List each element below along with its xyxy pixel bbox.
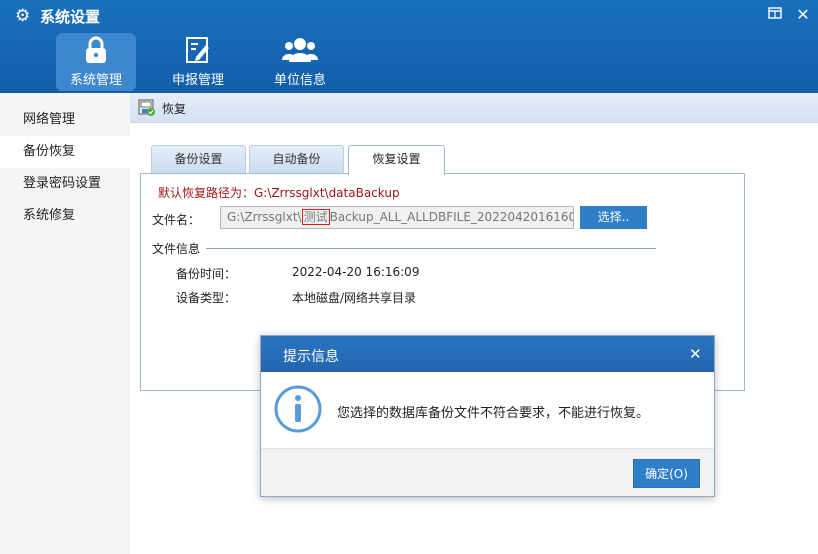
breadcrumb: 恢复 [130,93,818,123]
default-restore-path: 默认恢复路径为：G:\Zrrssglxt\dataBackup [158,186,400,200]
window-title: 系统设置 [40,8,101,26]
nav-report-label: 申报管理 [171,73,224,88]
file-path-suffix: Backup_ALL_ALLDBFILE_20220420161609.d [329,210,574,224]
dialog-message: 您选择的数据库备份文件不符合要求，不能进行恢复。 [337,406,650,421]
close-icon[interactable]: ✕ [689,345,702,363]
breadcrumb-label: 恢复 [162,102,187,116]
info-icon [273,384,323,434]
tab-auto-backup[interactable]: 自动备份 [249,145,344,174]
dialog-header: 提示信息 ✕ [261,336,714,372]
nav-system-management[interactable]: 系统管理 [56,33,136,91]
file-name-label: 文件名： [152,213,201,227]
sidebar-item-network[interactable]: 网络管理 [0,104,130,136]
sidebar-item-system-repair[interactable]: 系统修复 [0,200,130,232]
restore-icon[interactable] [766,6,784,24]
gear-icon: ⚙ [15,6,31,26]
alert-dialog: 提示信息 ✕ 您选择的数据库备份文件不符合要求，不能进行恢复。 确定(O) [260,335,715,497]
users-icon [260,33,340,67]
nav-unit-label: 单位信息 [273,73,326,88]
file-info-divider [206,248,656,249]
file-path-field[interactable]: G:\Zrrssglxt\ 测试 Backup_ALL_ALLDBFILE_2022… [220,206,574,229]
edit-doc-icon [158,33,238,67]
device-type-value: 本地磁盘/网络共享目录 [292,291,417,305]
sidebar-item-backup-restore[interactable]: 备份恢复 [0,136,130,168]
nav-report-management[interactable]: 申报管理 [158,33,238,91]
sidebar-item-login-password[interactable]: 登录密码设置 [0,168,130,200]
restore-db-icon [138,99,155,116]
backup-time-value: 2022-04-20 16:16:09 [292,265,420,279]
dialog-footer: 确定(O) [261,448,714,496]
sidebar: 网络管理 备份恢复 登录密码设置 系统修复 [0,93,130,554]
backup-time-label: 备份时间： [176,267,237,281]
app-header: ⚙ 系统设置 ✕ 系统管理 申报管理 单位信息 [0,0,818,93]
file-path-prefix: G:\Zrrssglxt\ [227,210,302,224]
nav-system-label: 系统管理 [69,73,122,88]
ok-button[interactable]: 确定(O) [633,459,700,488]
choose-file-button[interactable]: 选择.. [580,206,647,229]
nav-unit-info[interactable]: 单位信息 [260,33,340,91]
file-path-highlight: 测试 [301,209,330,225]
dialog-title: 提示信息 [283,349,339,365]
close-icon[interactable]: ✕ [794,6,812,24]
tab-restore-settings[interactable]: 恢复设置 [348,145,445,175]
device-type-label: 设备类型： [176,291,237,305]
tab-backup-settings[interactable]: 备份设置 [151,145,246,174]
file-info-title: 文件信息 [152,242,201,256]
lock-icon [56,33,136,67]
